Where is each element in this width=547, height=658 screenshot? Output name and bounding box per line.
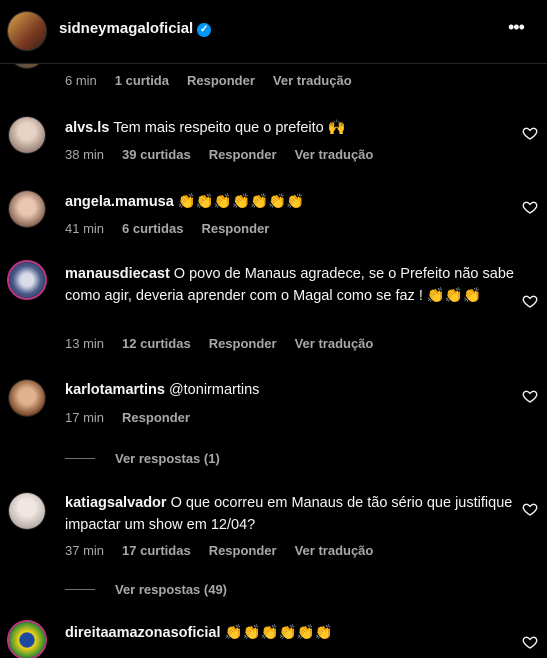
translate-button[interactable]: Ver tradução	[273, 73, 352, 88]
post-header: sidneymagaloficial ✓ •••	[0, 0, 547, 64]
reply-button[interactable]: Responder	[187, 73, 255, 88]
comment-meta: 17 min Responder	[65, 410, 190, 425]
more-options-icon[interactable]: •••	[508, 17, 525, 38]
comment-avatar[interactable]	[9, 191, 45, 227]
author-username[interactable]: sidneymagaloficial ✓	[59, 20, 212, 37]
comment-avatar[interactable]	[9, 622, 45, 658]
comment-avatar[interactable]	[9, 117, 45, 153]
comment-meta: 38 min 39 curtidas Responder Ver tradução	[65, 147, 374, 162]
comment-username[interactable]: karlotamartins	[65, 382, 165, 398]
likes-count[interactable]: 39 curtidas	[122, 147, 191, 162]
likes-count[interactable]: 12 curtidas	[122, 336, 191, 351]
comment-avatar[interactable]	[9, 380, 45, 416]
comment-username[interactable]: angela.mamusa	[65, 194, 174, 210]
comment-meta: 37 min 17 curtidas Responder Ver tradução	[65, 543, 374, 558]
likes-count[interactable]: 1 curtida	[115, 73, 169, 88]
translate-button[interactable]: Ver tradução	[295, 147, 374, 162]
like-heart-icon[interactable]	[522, 293, 538, 309]
like-heart-icon[interactable]	[522, 501, 538, 517]
comment-text: manausdiecast O povo de Manaus agradece, …	[65, 266, 514, 304]
replies-divider	[65, 589, 95, 590]
view-replies-button[interactable]: Ver respostas (1)	[65, 451, 220, 466]
comment-text: direitaamazonasoficial 👏👏👏👏👏👏	[65, 625, 333, 641]
translate-button[interactable]: Ver tradução	[295, 543, 374, 558]
like-heart-icon[interactable]	[522, 199, 538, 215]
mention-link[interactable]: @tonirmartins	[169, 382, 259, 398]
reply-button[interactable]: Responder	[201, 221, 269, 236]
comment-meta: 41 min 6 curtidas Responder	[65, 221, 270, 236]
comment-username[interactable]: direitaamazonasoficial	[65, 625, 221, 641]
like-heart-icon[interactable]	[522, 388, 538, 404]
reply-button[interactable]: Responder	[209, 147, 277, 162]
comment-username[interactable]: manausdiecast	[65, 266, 170, 282]
likes-count[interactable]: 17 curtidas	[122, 543, 191, 558]
comment-meta: 6 min 1 curtida Responder Ver tradução	[65, 73, 352, 88]
replies-divider	[65, 458, 95, 459]
view-replies-button[interactable]: Ver respostas (49)	[65, 582, 227, 597]
reply-button[interactable]: Responder	[209, 336, 277, 351]
comment-avatar[interactable]	[9, 262, 45, 298]
comment-text: alvs.ls Tem mais respeito que o prefeito …	[65, 120, 346, 136]
translate-button[interactable]: Ver tradução	[295, 336, 374, 351]
likes-count[interactable]: 6 curtidas	[122, 221, 183, 236]
comment-text: angela.mamusa 👏👏👏👏👏👏👏	[65, 194, 305, 210]
verified-badge-icon: ✓	[197, 23, 212, 37]
author-avatar[interactable]	[8, 12, 46, 50]
comment-username[interactable]: alvs.ls	[65, 120, 109, 136]
comment-avatar[interactable]	[9, 493, 45, 529]
comment-text: katiagsalvador O que ocorreu em Manaus de…	[65, 495, 513, 533]
comment-meta: 13 min 12 curtidas Responder Ver tradução	[65, 336, 374, 351]
like-heart-icon[interactable]	[522, 125, 538, 141]
reply-button[interactable]: Responder	[122, 410, 190, 425]
like-heart-icon[interactable]	[522, 634, 538, 650]
comment-text: karlotamartins @tonirmartins	[65, 379, 515, 401]
reply-button[interactable]: Responder	[209, 543, 277, 558]
comment-username[interactable]: katiagsalvador	[65, 495, 167, 511]
